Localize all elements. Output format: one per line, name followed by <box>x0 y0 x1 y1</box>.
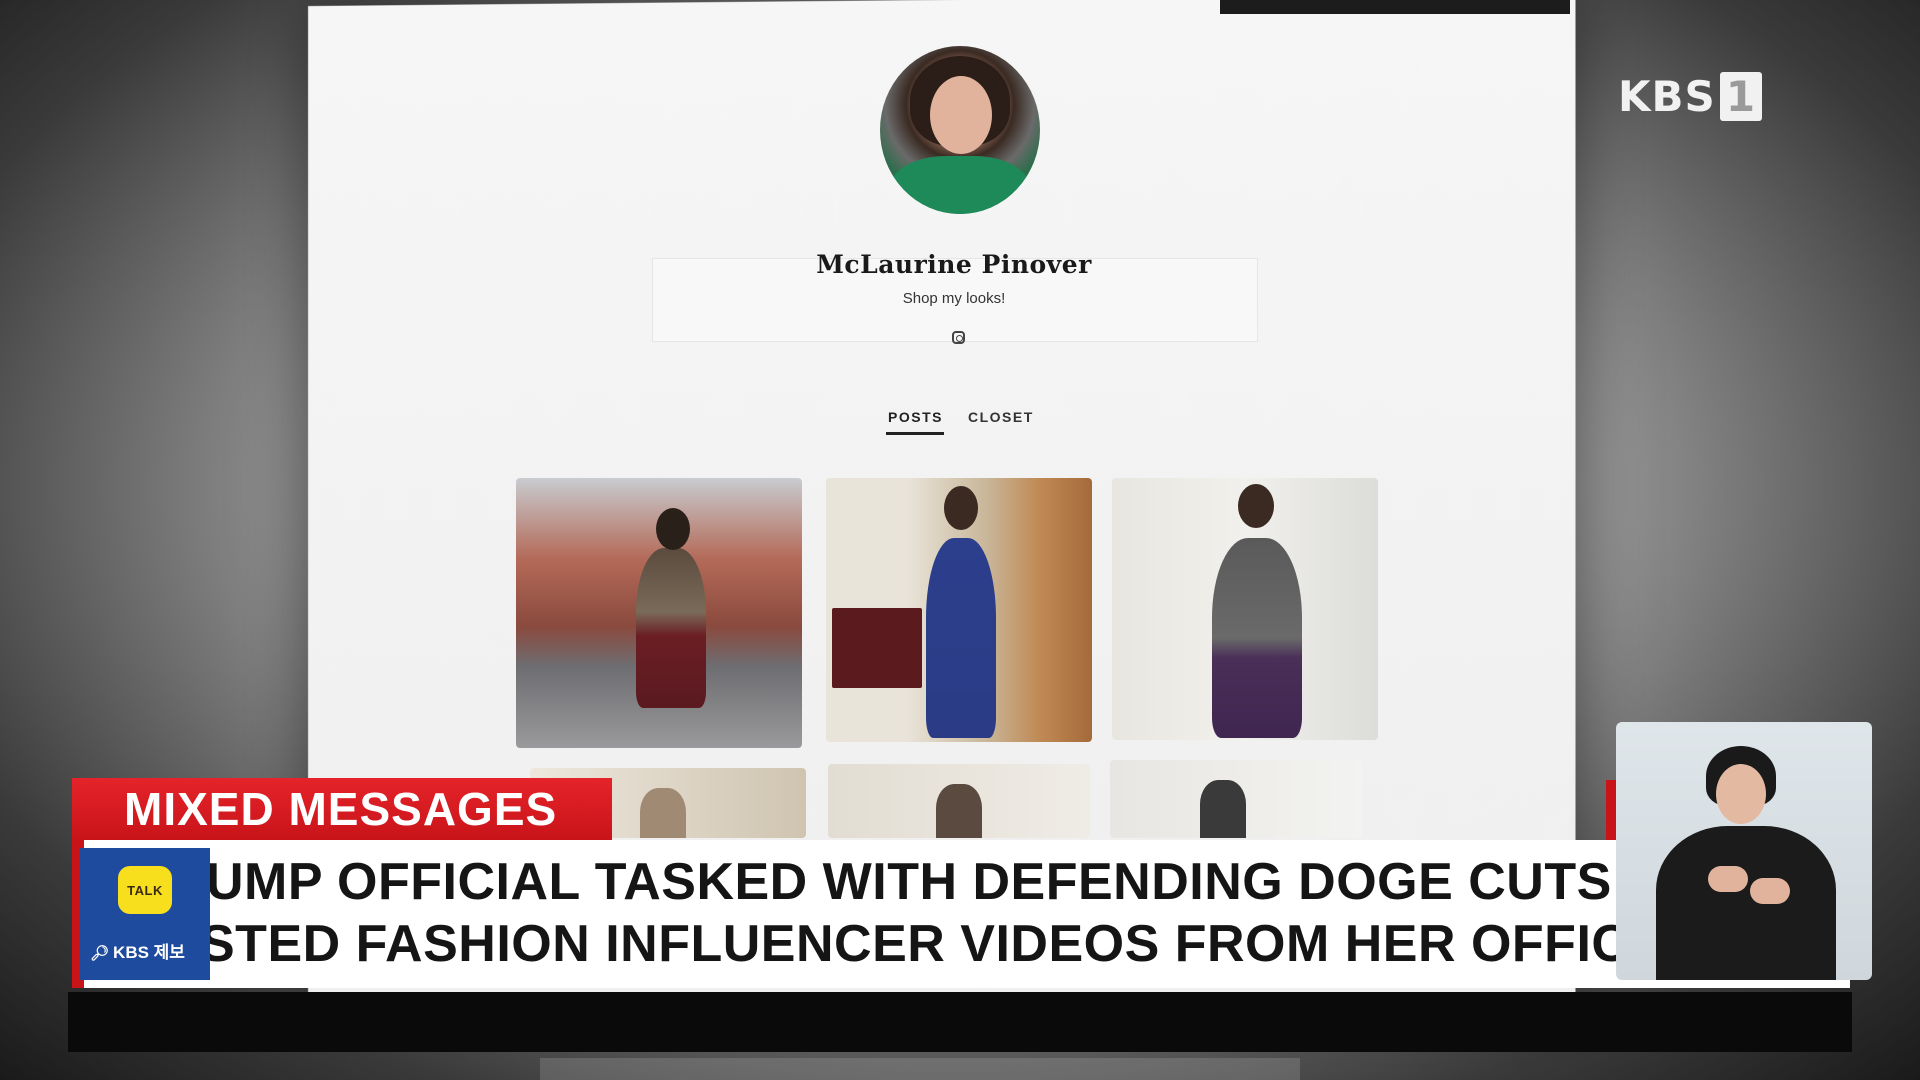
tab-posts[interactable]: POSTS <box>888 409 943 425</box>
ticker-bar <box>68 992 1852 1052</box>
kbs-logo: KBS 1 <box>1618 72 1763 121</box>
post-thumbnail[interactable] <box>1110 760 1362 838</box>
person-head <box>656 508 690 550</box>
kakaotalk-tip-box[interactable]: TALK 🔎︎ KBS 제보 <box>80 848 210 980</box>
interpreter-body <box>1656 826 1836 980</box>
headline-line-2: STED FASHION INFLUENCER VIDEOS FROM HER … <box>200 915 1665 973</box>
person-figure <box>1200 780 1246 838</box>
post-thumbnail[interactable] <box>828 764 1090 838</box>
person-figure <box>936 784 982 838</box>
person-head <box>944 486 978 530</box>
kbs-channel-number: 1 <box>1719 72 1763 121</box>
headline-line-1: UMP OFFICIAL TASKED WITH DEFENDING DOGE … <box>206 853 1612 911</box>
instagram-icon[interactable] <box>952 331 965 344</box>
talk-bubble-text: TALK <box>127 882 163 898</box>
profile-name: McLaurine Pinover <box>816 250 1092 279</box>
tag-accent <box>1606 780 1616 840</box>
profile-avatar[interactable] <box>880 46 1040 214</box>
interpreter-face <box>1716 764 1766 824</box>
active-tab-indicator <box>886 432 944 435</box>
segment-tag: MIXED MESSAGES <box>72 778 612 840</box>
post-thumbnail[interactable] <box>1112 478 1378 740</box>
interpreter-hand <box>1750 878 1790 904</box>
avatar-clothing <box>890 156 1030 214</box>
tip-label-text: KBS 제보 <box>113 943 185 962</box>
person-figure <box>640 788 686 838</box>
person-figure <box>636 548 706 708</box>
post-thumbnail[interactable] <box>826 478 1092 742</box>
interpreter-hand <box>1708 866 1748 892</box>
post-thumbnail[interactable] <box>516 478 802 748</box>
segment-tag-text: MIXED MESSAGES <box>124 783 558 835</box>
screen-bezel <box>1220 0 1570 14</box>
person-head <box>1238 484 1274 528</box>
tip-label: 🔎︎ KBS 제보 <box>90 938 210 963</box>
sign-language-interpreter <box>1616 722 1872 980</box>
avatar-face <box>930 76 992 154</box>
headline-bar: UMP OFFICIAL TASKED WITH DEFENDING DOGE … <box>84 840 1850 988</box>
person-figure <box>926 538 996 738</box>
tab-closet[interactable]: CLOSET <box>968 409 1034 425</box>
desk <box>832 608 922 688</box>
talk-bubble-icon: TALK <box>118 866 172 914</box>
kbs-logo-text: KBS <box>1618 72 1716 121</box>
profile-bio: Shop my looks! <box>902 290 1006 307</box>
blurred-screen-edge <box>540 1058 1300 1080</box>
person-figure <box>1212 538 1302 738</box>
search-icon: 🔎︎ <box>90 945 110 962</box>
